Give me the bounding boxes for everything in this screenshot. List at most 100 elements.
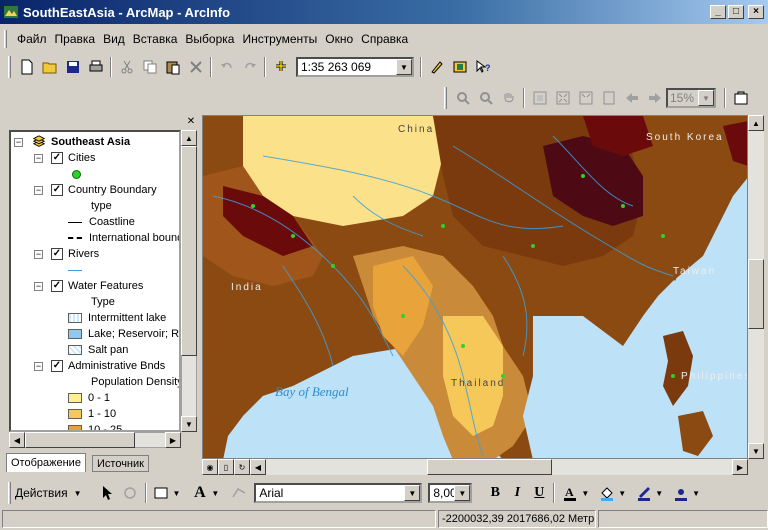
collapse-icon[interactable]: − [34, 249, 43, 259]
italic-button[interactable]: I [506, 485, 528, 501]
drawing-menu-button[interactable]: Действия [15, 486, 68, 500]
layer-visibility-checkbox[interactable]: ✓ [51, 248, 63, 260]
map-vertical-scrollbar[interactable]: ▲ ▼ [748, 115, 764, 459]
layout-view-icon[interactable]: ▯ [218, 459, 234, 475]
collapse-icon[interactable]: − [34, 281, 43, 291]
minimize-button[interactable]: _ [710, 5, 726, 19]
arccatalog-button[interactable] [448, 56, 471, 78]
scroll-left-icon[interactable]: ◀ [9, 432, 25, 448]
chevron-down-icon[interactable]: ▼ [404, 485, 421, 501]
fixed-zoom-out-button[interactable] [574, 87, 597, 109]
select-elements-button[interactable] [96, 482, 119, 504]
scroll-right-icon[interactable]: ▶ [165, 432, 181, 448]
rotate-button[interactable] [119, 482, 142, 504]
collapse-icon[interactable]: − [34, 185, 43, 195]
bold-button[interactable]: B [484, 485, 506, 501]
fill-color-button[interactable] [595, 482, 618, 504]
toc-layer-water-features[interactable]: − ✓ Water Features [34, 278, 143, 294]
data-view-icon[interactable]: ◉ [202, 459, 218, 475]
chevron-down-icon[interactable]: ▼ [698, 90, 714, 106]
zoom-in-fixed-button[interactable] [451, 87, 474, 109]
full-extent-button[interactable] [528, 87, 551, 109]
map-horizontal-scrollbar[interactable]: ◉ ▯ ↻ ◀ ▶ [202, 459, 764, 475]
map-canvas[interactable] [203, 116, 748, 459]
scroll-thumb[interactable] [427, 459, 552, 475]
toggle-layout-button[interactable] [729, 87, 752, 109]
copy-button[interactable] [138, 56, 161, 78]
scroll-up-icon[interactable]: ▲ [181, 130, 197, 146]
tab-source[interactable]: Источник [92, 455, 149, 472]
layer-visibility-checkbox[interactable]: ✓ [51, 184, 63, 196]
cut-button[interactable] [115, 56, 138, 78]
layer-visibility-checkbox[interactable]: ✓ [51, 280, 63, 292]
scroll-left-icon[interactable]: ◀ [250, 459, 266, 475]
scroll-down-icon[interactable]: ▼ [181, 416, 197, 432]
menu-help[interactable]: Справка [357, 30, 412, 48]
chevron-down-icon[interactable]: ▼ [74, 489, 82, 498]
menu-tools[interactable]: Инструменты [238, 30, 321, 48]
menu-selection[interactable]: Выборка [181, 30, 238, 48]
map-view[interactable]: China South Korea Taiwan India Philippin… [202, 115, 748, 459]
collapse-icon[interactable]: − [34, 153, 43, 163]
toc-layer-rivers[interactable]: − ✓ Rivers [34, 246, 99, 262]
chevron-down-icon[interactable]: ▼ [173, 489, 181, 498]
delete-button[interactable] [184, 56, 207, 78]
chevron-down-icon[interactable]: ▼ [454, 485, 471, 501]
back-extent-button[interactable] [620, 87, 643, 109]
scroll-thumb[interactable] [25, 432, 135, 448]
tab-display[interactable]: Отображение [6, 453, 86, 472]
toc-layer-admin-bnds[interactable]: − ✓ Administrative Bnds [34, 358, 165, 374]
chevron-down-icon[interactable]: ▼ [211, 489, 219, 498]
map-scale-combobox[interactable]: 1:35 263 069 ▼ [296, 57, 414, 77]
underline-button[interactable]: U [528, 485, 550, 501]
collapse-icon[interactable]: − [14, 137, 23, 147]
chevron-down-icon[interactable]: ▼ [655, 489, 663, 498]
toc-layer-country-boundary[interactable]: − ✓ Country Boundary [34, 182, 157, 198]
fixed-zoom-in-button[interactable] [551, 87, 574, 109]
pan-button[interactable] [497, 87, 520, 109]
redo-button[interactable] [238, 56, 261, 78]
editor-toolbar-button[interactable] [425, 56, 448, 78]
rectangle-tool-button[interactable] [150, 482, 173, 504]
scroll-thumb[interactable] [748, 259, 764, 329]
toc-vertical-scrollbar[interactable]: ▲ ▼ [181, 130, 197, 432]
menu-insert[interactable]: Вставка [129, 30, 182, 48]
refresh-icon[interactable]: ↻ [234, 459, 250, 475]
menu-view[interactable]: Вид [99, 30, 129, 48]
close-icon[interactable]: ✕ [185, 116, 197, 128]
chevron-down-icon[interactable]: ▼ [618, 489, 626, 498]
layer-visibility-checkbox[interactable]: ✓ [51, 152, 63, 164]
font-combobox[interactable]: Arial ▼ [254, 483, 423, 503]
save-button[interactable] [61, 56, 84, 78]
toc-row-data-frame[interactable]: − Southeast Asia [14, 134, 130, 150]
menu-file[interactable]: Файл [13, 30, 51, 48]
zoom-out-fixed-button[interactable] [474, 87, 497, 109]
maximize-button[interactable]: □ [728, 5, 744, 19]
menu-edit[interactable]: Правка [51, 30, 100, 48]
close-button[interactable]: × [748, 5, 764, 19]
zoom-percent-combobox[interactable]: 15% ▼ [666, 88, 716, 108]
add-data-button[interactable] [269, 56, 292, 78]
toolbar-grip[interactable] [8, 482, 11, 504]
forward-extent-button[interactable] [643, 87, 666, 109]
toc-horizontal-scrollbar[interactable]: ◀ ▶ [9, 432, 181, 448]
menu-grip[interactable] [4, 30, 7, 48]
undo-button[interactable] [215, 56, 238, 78]
line-color-button[interactable] [632, 482, 655, 504]
chevron-down-icon[interactable]: ▼ [396, 59, 412, 75]
font-size-combobox[interactable]: 8,00 ▼ [428, 483, 473, 503]
toc-layer-cities[interactable]: − ✓ Cities [34, 150, 96, 166]
toolbar-grip[interactable] [444, 87, 447, 109]
menu-window[interactable]: Окно [321, 30, 357, 48]
scroll-thumb[interactable] [181, 146, 197, 356]
page-width-button[interactable] [597, 87, 620, 109]
chevron-down-icon[interactable]: ▼ [581, 489, 589, 498]
print-button[interactable] [84, 56, 107, 78]
new-document-button[interactable] [15, 56, 38, 78]
scroll-right-icon[interactable]: ▶ [732, 459, 748, 475]
font-color-button[interactable]: A [558, 482, 581, 504]
collapse-icon[interactable]: − [34, 361, 43, 371]
toolbar-grip[interactable] [8, 56, 11, 78]
paste-button[interactable] [161, 56, 184, 78]
scroll-up-icon[interactable]: ▲ [748, 115, 764, 131]
